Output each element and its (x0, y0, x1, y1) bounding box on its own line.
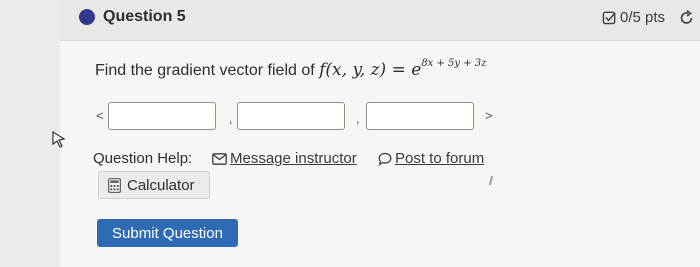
checkbox-icon (602, 11, 616, 25)
question-help-label: Question Help: (93, 150, 193, 167)
submit-question-button[interactable]: Submit Question (97, 219, 238, 247)
answer-input-x[interactable] (108, 102, 216, 130)
math-exponent: 8x + 5y + 3z (421, 58, 487, 70)
vector-separator-2: , (356, 112, 360, 126)
answer-input-z[interactable] (366, 102, 474, 130)
vector-separator-1: , (229, 112, 233, 126)
vector-open-bracket: < (96, 108, 104, 123)
submit-question-label: Submit Question (112, 224, 223, 242)
calculator-icon (108, 177, 121, 193)
vector-close-bracket: > (485, 108, 493, 123)
mail-icon (212, 152, 227, 165)
cursor-icon (52, 130, 66, 148)
post-to-forum-link[interactable]: Post to forum (378, 150, 484, 167)
post-to-forum-label: Post to forum (395, 150, 485, 167)
points-badge: 0/5 pts (602, 9, 665, 26)
redo-icon[interactable] (679, 10, 695, 26)
calculator-button[interactable]: Calculator (98, 171, 210, 199)
math-function: f(x, y, z) = e (319, 60, 422, 80)
points-text: 0/5 pts (620, 9, 666, 26)
prompt-text: Find the gradient vector field of (95, 62, 320, 79)
message-instructor-link[interactable]: Message instructor (212, 150, 357, 167)
question-prompt: Find the gradient vector field of f(x, y… (95, 58, 487, 80)
math-expression: f(x, y, z) = e8x + 5y + 3z (319, 58, 487, 80)
comment-icon (378, 152, 392, 166)
question-title: Question 5 (103, 8, 186, 25)
answer-input-y[interactable] (237, 102, 345, 130)
message-instructor-label: Message instructor (230, 150, 357, 167)
calculator-label: Calculator (127, 176, 195, 194)
status-dot-icon (79, 9, 95, 25)
